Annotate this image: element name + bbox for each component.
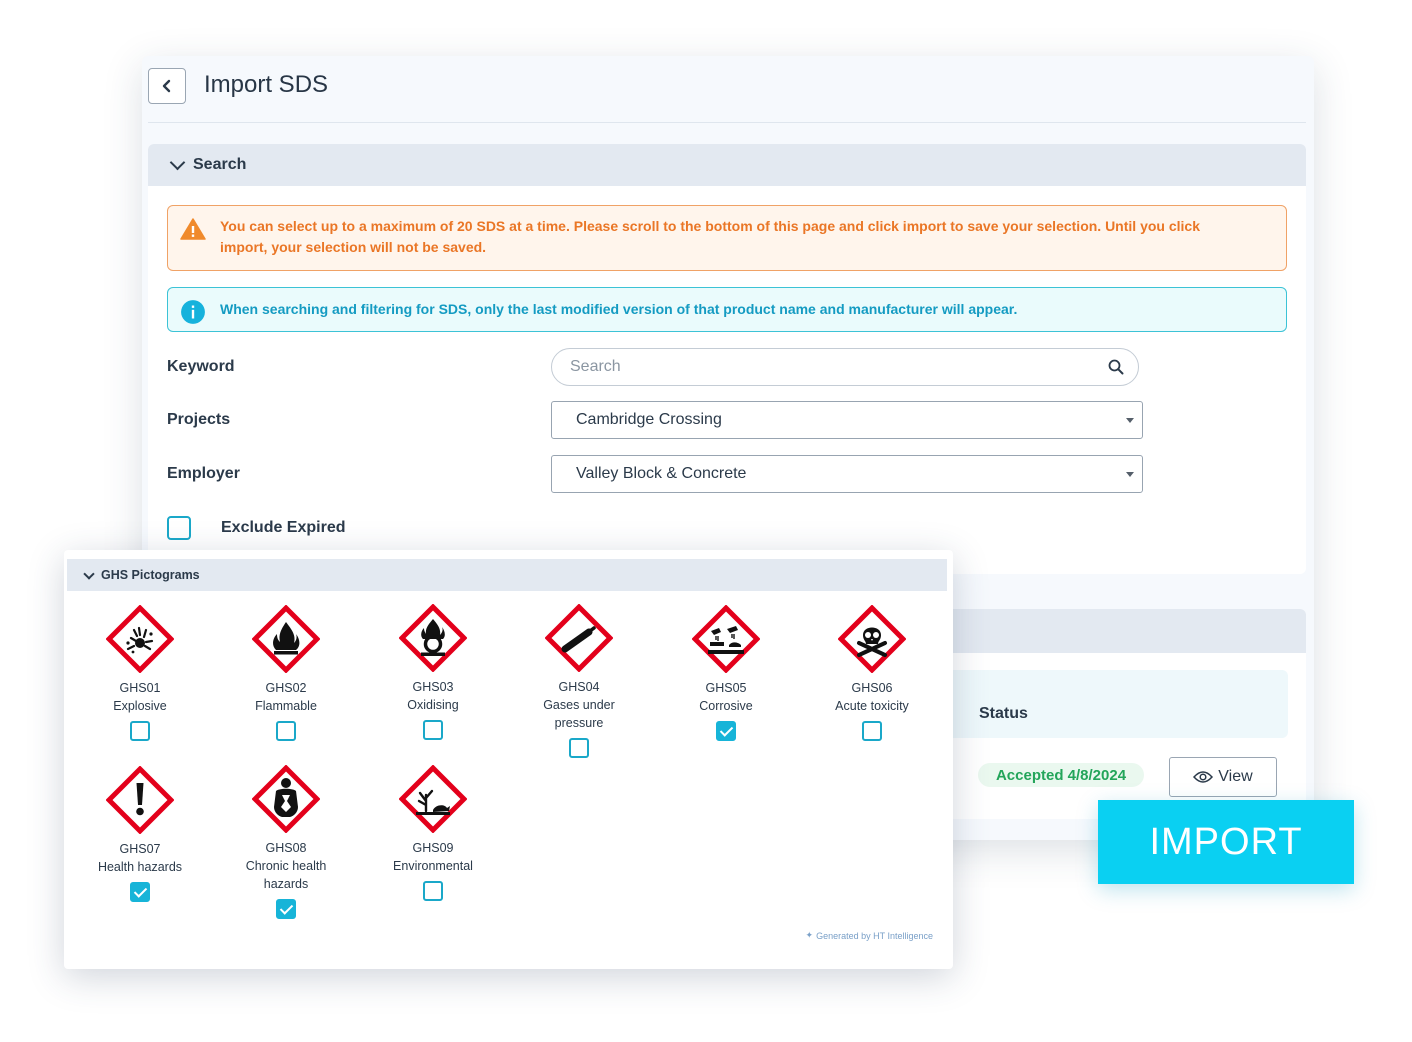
ghs-name: Explosive bbox=[113, 699, 167, 713]
search-section-title: Search bbox=[193, 156, 247, 173]
ghs-name: Oxidising bbox=[407, 698, 459, 712]
generated-by-text: Generated by HT Intelligence bbox=[816, 930, 933, 941]
warning-text: You can select up to a maximum of 20 SDS… bbox=[220, 218, 1200, 255]
eye-icon bbox=[1193, 771, 1214, 783]
ghs01-checkbox[interactable] bbox=[130, 721, 150, 741]
chevron-down-icon bbox=[83, 567, 95, 580]
health-hazard-icon bbox=[252, 765, 320, 833]
ghs-name: Gases under pressure bbox=[543, 698, 615, 730]
search-section: Search You can select up to a maximum of… bbox=[148, 144, 1306, 574]
ghs05-checkbox[interactable] bbox=[716, 721, 736, 741]
ghs07-checkbox[interactable] bbox=[130, 882, 150, 902]
exclude-expired-label: Exclude Expired bbox=[221, 519, 346, 536]
warning-icon bbox=[180, 218, 206, 240]
ghs-item-ghs07: GHS07 Health hazards bbox=[81, 766, 199, 902]
ghs-item-ghs02: GHS02 Flammable bbox=[227, 605, 345, 741]
ghs-name: Corrosive bbox=[699, 699, 753, 713]
status-column-header: Status bbox=[979, 705, 1028, 722]
employer-select[interactable]: Valley Block & Concrete bbox=[551, 455, 1143, 493]
selection-limit-warning: You can select up to a maximum of 20 SDS… bbox=[167, 205, 1287, 271]
corrosive-icon bbox=[692, 605, 760, 673]
import-button[interactable]: IMPORT bbox=[1098, 800, 1354, 884]
search-info-alert: When searching and filtering for SDS, on… bbox=[167, 287, 1287, 332]
view-button[interactable]: View bbox=[1169, 757, 1277, 797]
search-icon[interactable] bbox=[1108, 359, 1124, 375]
ghs02-checkbox[interactable] bbox=[276, 721, 296, 741]
ghs-code: GHS09 bbox=[412, 841, 454, 855]
page-header: Import SDS bbox=[148, 68, 1306, 123]
skull-icon bbox=[838, 605, 906, 673]
ghs-code: GHS05 bbox=[705, 681, 747, 695]
ghs-name: Flammable bbox=[255, 699, 317, 713]
view-button-label: View bbox=[1218, 768, 1253, 785]
keyword-label: Keyword bbox=[167, 358, 235, 375]
ghs-name: Environmental bbox=[393, 859, 473, 873]
ghs-item-ghs09: GHS09 Environmental bbox=[374, 765, 492, 901]
ghs-code: GHS08 bbox=[265, 841, 307, 855]
ghs-code: GHS04 bbox=[558, 680, 600, 694]
ghs-section-title: GHS Pictograms bbox=[101, 568, 200, 582]
page-title: Import SDS bbox=[204, 71, 329, 98]
ghs-name: Acute toxicity bbox=[835, 699, 909, 713]
ghs-item-ghs01: GHS01 Explosive bbox=[81, 605, 199, 741]
ghs09-checkbox[interactable] bbox=[423, 881, 443, 901]
oxidising-icon bbox=[399, 604, 467, 672]
projects-select[interactable]: Cambridge Crossing bbox=[551, 401, 1143, 439]
explosive-icon bbox=[106, 605, 174, 673]
ghs-code: GHS06 bbox=[851, 681, 893, 695]
chevron-left-icon bbox=[162, 79, 171, 93]
info-text: When searching and filtering for SDS, on… bbox=[220, 301, 1018, 317]
ghs03-checkbox[interactable] bbox=[423, 720, 443, 740]
flammable-icon bbox=[252, 605, 320, 673]
ghs-item-ghs03: GHS03 Oxidising bbox=[374, 604, 492, 740]
projects-label: Projects bbox=[167, 411, 231, 428]
environment-icon bbox=[399, 765, 467, 833]
caret-down-icon bbox=[1126, 418, 1134, 423]
info-icon bbox=[181, 300, 205, 324]
keyword-search-box bbox=[551, 348, 1139, 386]
gas-cylinder-icon bbox=[545, 604, 613, 672]
chevron-down-icon bbox=[169, 154, 186, 171]
projects-selected-value: Cambridge Crossing bbox=[576, 411, 722, 428]
ghs-item-ghs06: GHS06 Acute toxicity bbox=[813, 605, 931, 741]
status-badge: Accepted 4/8/2024 bbox=[978, 763, 1144, 787]
keyword-search-input[interactable] bbox=[568, 357, 1108, 377]
ghs-section-toggle[interactable]: GHS Pictograms bbox=[67, 559, 947, 591]
ghs-item-ghs05: GHS05 Corrosive bbox=[667, 605, 785, 741]
caret-down-icon bbox=[1126, 472, 1134, 477]
generated-by-note: ✦ Generated by HT Intelligence bbox=[806, 930, 933, 941]
exclamation-icon bbox=[106, 766, 174, 834]
ghs-code: GHS07 bbox=[119, 842, 161, 856]
ghs04-checkbox[interactable] bbox=[569, 738, 589, 758]
ghs-item-ghs04: GHS04 Gases under pressure bbox=[520, 604, 638, 758]
employer-label: Employer bbox=[167, 465, 240, 482]
ghs-code: GHS03 bbox=[412, 680, 454, 694]
ghs-code: GHS01 bbox=[119, 681, 161, 695]
exclude-expired-checkbox[interactable] bbox=[167, 516, 191, 540]
ghs08-checkbox[interactable] bbox=[276, 899, 296, 919]
ghs-item-ghs08: GHS08 Chronic health hazards bbox=[227, 765, 345, 919]
employer-selected-value: Valley Block & Concrete bbox=[576, 465, 747, 482]
search-section-toggle[interactable]: Search bbox=[148, 144, 1306, 186]
ghs06-checkbox[interactable] bbox=[862, 721, 882, 741]
ghs-code: GHS02 bbox=[265, 681, 307, 695]
ghs-pictograms-panel: GHS Pictograms GHS01 Explosive GHS02 Fla… bbox=[64, 550, 953, 969]
back-button[interactable] bbox=[148, 68, 186, 104]
sparkle-icon: ✦ bbox=[805, 930, 814, 940]
ghs-name: Health hazards bbox=[97, 860, 183, 874]
ghs-name: Chronic health hazards bbox=[245, 859, 327, 891]
